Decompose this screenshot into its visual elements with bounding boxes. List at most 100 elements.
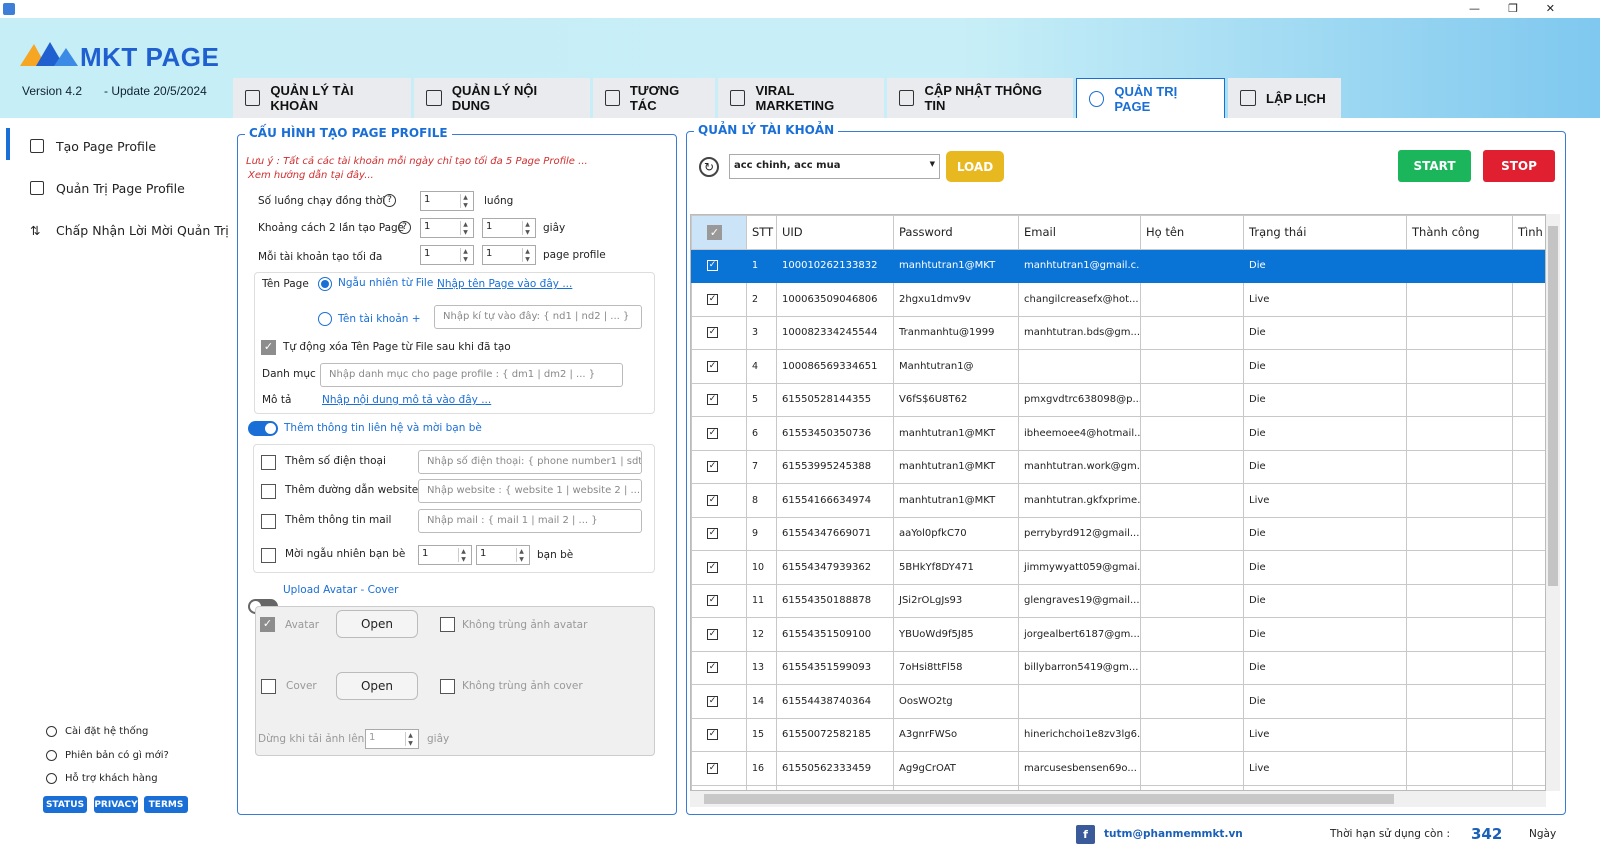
support-link[interactable]: Hỗ trợ khách hàng [46, 773, 158, 784]
table-row[interactable]: ✓ 7 61553995245388 manhtutran1@MKT manhtutra… [691, 449, 1545, 484]
row-select-cell[interactable]: ✓ [691, 483, 747, 518]
sidebar-item-create-page[interactable]: Tạo Page Profile [30, 135, 156, 157]
table-row[interactable]: ✓ 5 61550528144355 V6fS$6U8T62 pmxgvdtrc6380… [691, 382, 1545, 417]
max-min-stepper[interactable]: 1 ▲ ▼ [420, 245, 474, 265]
privacy-button[interactable]: PRIVACY [94, 796, 138, 813]
row-checkbox[interactable]: ✓ [707, 327, 718, 339]
threads-stepper[interactable]: 1 ▲ ▼ [420, 191, 474, 211]
table-row[interactable]: ✓ 12 61554351509100 YBUoWd9f5J85 jorgealbert… [691, 617, 1545, 652]
column-header[interactable]: STT [746, 215, 777, 250]
table-row[interactable]: ✓ 15 61550072582185 A3gnrFWSo hinerichchoi1e… [691, 717, 1545, 752]
row-checkbox[interactable]: ✓ [707, 729, 718, 741]
row-checkbox[interactable]: ✓ [707, 561, 718, 573]
tab-schedule[interactable]: LẬP LỊCH [1228, 78, 1341, 118]
row-select-cell[interactable]: ✓ [691, 315, 747, 350]
table-row[interactable]: ✓ 13 61554351599093 7oHsi8ttFl58 billybarron… [691, 650, 1545, 685]
table-row[interactable]: ✓ 2 100063509046806 2hgxu1dmv9v changilcreas… [691, 282, 1545, 317]
column-header[interactable]: Tình [1512, 215, 1545, 250]
row-select-cell[interactable]: ✓ [691, 717, 747, 752]
sidebar-item-manage-page[interactable]: Quản Trị Page Profile [30, 177, 185, 199]
guide-link[interactable]: Xem hướng dẫn tại đây... [248, 170, 374, 181]
row-select-cell[interactable]: ✓ [691, 349, 747, 384]
row-checkbox[interactable]: ✓ [707, 360, 718, 372]
tab-account-management[interactable]: QUẢN LÝ TÀI KHOẢN [233, 78, 411, 118]
start-button[interactable]: START [1398, 150, 1471, 182]
stop-button[interactable]: STOP [1483, 150, 1555, 182]
load-button[interactable]: LOAD [946, 151, 1004, 182]
row-select-cell[interactable]: ✓ [691, 617, 747, 652]
random-file-radio[interactable] [318, 277, 332, 291]
stepper-arrows-icon[interactable]: ▲ ▼ [405, 732, 415, 747]
terms-button[interactable]: TERMS [144, 796, 188, 813]
row-select-cell[interactable]: ✓ [691, 650, 747, 685]
table-row[interactable]: ✓ 11 61554350188878 JSi2rOLgJs93 glengraves1… [691, 583, 1545, 618]
phone-checkbox[interactable] [261, 455, 276, 470]
table-row[interactable]: ✓ 1 100010262133832 manhtutran1@MKT manhtutr… [691, 248, 1545, 283]
table-row[interactable]: ✓ 9 61554347669071 aaYol0pfkC70 perrybyrd912… [691, 516, 1545, 551]
stop-upload-stepper[interactable]: 1 ▲ ▼ [365, 729, 419, 749]
tab-update-info[interactable]: CẬP NHẬT THÔNG TIN [887, 78, 1073, 118]
select-all-checkbox[interactable]: ✓ [707, 224, 722, 240]
select-all-header[interactable]: ✓ [691, 215, 747, 250]
stepper-arrows-icon[interactable]: ▲ ▼ [522, 248, 532, 263]
row-checkbox[interactable]: ✓ [707, 528, 718, 540]
website-input[interactable]: Nhập website : { website 1 | website 2 |… [418, 479, 642, 503]
row-checkbox[interactable]: ✓ [707, 695, 718, 707]
table-row[interactable]: ✓ 10 61554347939362 5BHkYf8DY471 jimmywyatt0… [691, 550, 1545, 585]
stepper-arrows-icon[interactable]: ▲ ▼ [460, 221, 470, 236]
row-checkbox[interactable]: ✓ [707, 427, 718, 439]
row-select-cell[interactable]: ✓ [691, 282, 747, 317]
column-header[interactable]: UID [776, 215, 894, 250]
account-suffix-input[interactable]: Nhập kí tự vào đây: { nd1 | nd2 | ... } [434, 305, 642, 329]
row-checkbox[interactable]: ✓ [707, 461, 718, 473]
column-header[interactable]: Thành công [1406, 215, 1513, 250]
table-row[interactable]: ✓ 6 61553450350736 manhtutran1@MKT ibheemoee… [691, 416, 1545, 451]
mail-input[interactable]: Nhập mail : { mail 1 | mail 2 | ... } [418, 509, 642, 533]
category-input[interactable]: Nhập danh mục cho page profile : { dm1 |… [320, 363, 623, 387]
stepper-arrows-icon[interactable]: ▲ ▼ [458, 548, 468, 563]
stepper-arrows-icon[interactable]: ▲ ▼ [522, 221, 532, 236]
row-select-cell[interactable]: ✓ [691, 449, 747, 484]
row-checkbox[interactable]: ✓ [707, 494, 718, 506]
help-icon[interactable]: ? [398, 221, 411, 234]
refresh-icon[interactable]: ↻ [699, 157, 719, 177]
row-select-cell[interactable]: ✓ [691, 516, 747, 551]
account-group-select[interactable]: acc chinh, acc mua ▼ [729, 154, 940, 179]
maximize-button[interactable]: ❐ [1508, 2, 1518, 15]
tab-page-admin[interactable]: QUẢN TRỊ PAGE [1076, 78, 1225, 118]
tab-viral-marketing[interactable]: VIRAL MARKETING [718, 78, 884, 118]
column-header[interactable]: Password [893, 215, 1019, 250]
row-select-cell[interactable]: ✓ [691, 248, 747, 283]
horizontal-scrollbar[interactable] [690, 791, 1546, 807]
delay-max-stepper[interactable]: 1 ▲ ▼ [482, 218, 536, 238]
row-select-cell[interactable]: ✓ [691, 684, 747, 719]
tab-content-management[interactable]: QUẢN LÝ NỘI DUNG [414, 78, 590, 118]
sidebar-item-accept-invites[interactable]: ⇅ Chấp Nhận Lời Mời Quản Trị [30, 219, 229, 241]
row-select-cell[interactable]: ✓ [691, 583, 747, 618]
no-dup-cover-checkbox[interactable] [440, 679, 455, 694]
vertical-scrollbar[interactable] [1546, 214, 1560, 791]
row-select-cell[interactable]: ✓ [691, 382, 747, 417]
table-row[interactable]: ✓ 8 61554166634974 manhtutran1@MKT manhtutra… [691, 483, 1545, 518]
friends-min-stepper[interactable]: 1 ▲ ▼ [418, 545, 472, 565]
page-name-link[interactable]: Nhập tên Page vào đây ... [437, 278, 572, 290]
delay-min-stepper[interactable]: 1 ▲ ▼ [420, 218, 474, 238]
scrollbar-thumb[interactable] [704, 794, 1394, 804]
row-checkbox[interactable]: ✓ [707, 595, 718, 607]
table-row[interactable]: ✓ 16 61550562333459 Ag9gCrOAT marcusesbensen… [691, 751, 1545, 786]
row-checkbox[interactable]: ✓ [707, 628, 718, 640]
row-checkbox[interactable]: ✓ [707, 260, 718, 272]
stepper-arrows-icon[interactable]: ▲ ▼ [460, 194, 470, 209]
row-select-cell[interactable]: ✓ [691, 416, 747, 451]
support-email[interactable]: tutm@phanmemmkt.vn [1104, 828, 1243, 840]
table-row[interactable]: ✓ 4 100086569334651 Manhtutran1@ Die [691, 349, 1545, 384]
open-avatar-button[interactable]: Open [336, 610, 418, 638]
row-checkbox[interactable]: ✓ [707, 293, 718, 305]
scrollbar-thumb[interactable] [1548, 226, 1558, 586]
row-checkbox[interactable]: ✓ [707, 662, 718, 674]
column-header[interactable]: Email [1018, 215, 1141, 250]
tab-interaction[interactable]: TƯƠNG TÁC [593, 78, 715, 118]
row-checkbox[interactable]: ✓ [707, 394, 718, 406]
cover-checkbox[interactable] [261, 679, 276, 694]
table-row[interactable]: ✓ 3 100082334245544 Tranmanhtu@1999 manhtutr… [691, 315, 1545, 350]
